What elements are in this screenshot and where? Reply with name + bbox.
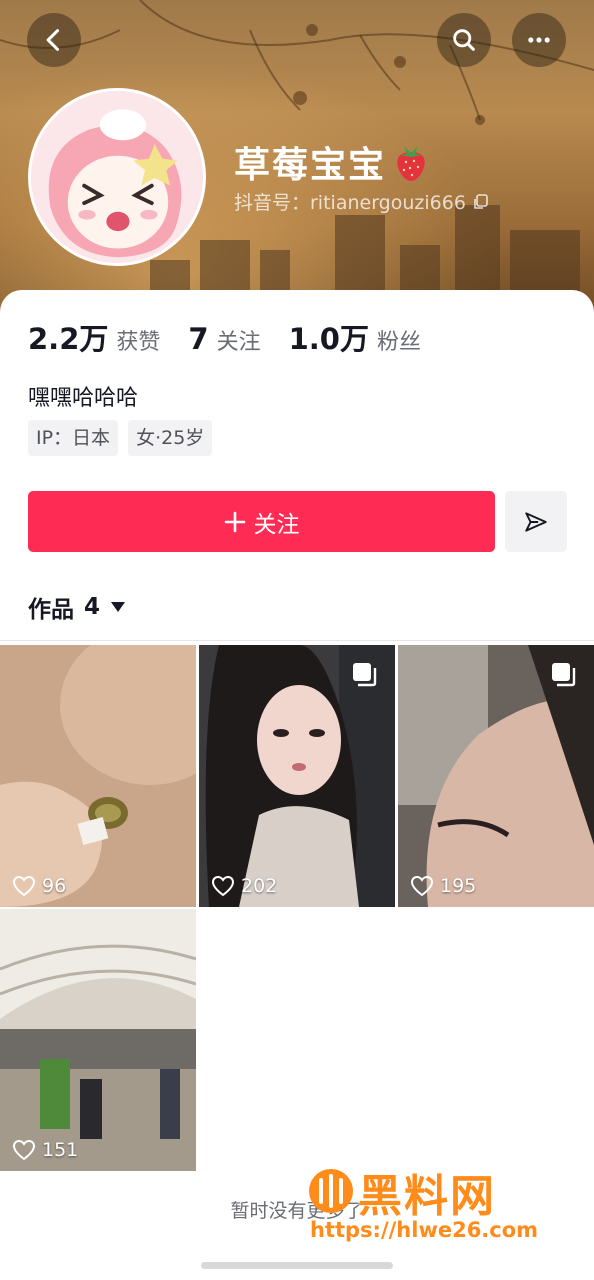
likes-value: 202 xyxy=(241,875,278,897)
likes-value: 96 xyxy=(42,875,67,897)
stats-row: 2.2万 获赞 7 关注 1.0万 粉丝 xyxy=(28,316,449,358)
profile-bio: 嘿嘿哈哈哈 xyxy=(28,386,139,411)
profile-tags: IP：日本 女·25岁 xyxy=(28,420,222,456)
likes-count: 96 xyxy=(12,875,66,897)
divider xyxy=(0,640,594,641)
heart-icon xyxy=(12,875,36,897)
likes-count: 151 xyxy=(12,1139,78,1161)
work-thumbnail-1 xyxy=(0,645,196,907)
avatar[interactable] xyxy=(28,88,206,266)
profile-name-row: 草莓宝宝 xyxy=(234,136,430,188)
work-tile-2[interactable]: 202 xyxy=(199,645,395,907)
tag-gender-age: 女·25岁 xyxy=(128,420,213,456)
stat-followers-label: 粉丝 xyxy=(376,330,421,355)
stat-likes-value: 2.2万 xyxy=(28,322,109,356)
send-icon xyxy=(525,511,547,532)
profile-id-row[interactable]: 抖音号：ritianergouzi666 xyxy=(234,188,490,215)
strawberry-icon xyxy=(397,146,425,181)
works-label: 作品 xyxy=(28,597,74,623)
stat-following-label: 关注 xyxy=(216,330,261,355)
stat-followers-value: 1.0万 xyxy=(288,322,369,356)
profile-id: 抖音号：ritianergouzi666 xyxy=(234,192,466,214)
follow-button-label: 关注 xyxy=(253,511,300,538)
likes-value: 195 xyxy=(440,875,477,897)
watermark-title: 黑料网 xyxy=(358,1171,496,1222)
stat-likes[interactable]: 2.2万 获赞 xyxy=(28,316,160,358)
watermark: 黑料网 https://hlwe26.com xyxy=(306,1160,566,1250)
likes-count: 195 xyxy=(410,875,476,897)
work-tile-4[interactable]: 151 xyxy=(0,909,196,1171)
plus-icon xyxy=(224,511,245,532)
work-tile-1[interactable]: 96 xyxy=(0,645,196,907)
works-count: 4 xyxy=(84,594,101,620)
share-button[interactable] xyxy=(505,491,567,552)
works-tab[interactable]: 作品 4 xyxy=(28,590,126,624)
stat-followers[interactable]: 1.0万 粉丝 xyxy=(289,316,421,358)
stat-following[interactable]: 7 关注 xyxy=(188,322,260,356)
tag-ip: IP：日本 xyxy=(28,420,119,456)
back-icon xyxy=(46,29,60,51)
heart-icon xyxy=(211,875,235,897)
home-indicator[interactable] xyxy=(201,1262,393,1269)
caret-down-icon xyxy=(111,602,126,612)
more-icon xyxy=(528,37,550,43)
stat-likes-label: 获赞 xyxy=(116,330,161,355)
watermark-url: https://hlwe26.com xyxy=(310,1218,539,1242)
heart-icon xyxy=(12,1139,36,1161)
watermark-logo-icon xyxy=(309,1169,353,1213)
likes-value: 151 xyxy=(42,1139,79,1161)
work-tile-3[interactable]: 195 xyxy=(398,645,594,907)
more-button[interactable] xyxy=(512,13,566,67)
avatar-image xyxy=(31,91,203,263)
stat-following-value: 7 xyxy=(188,322,209,356)
likes-count: 202 xyxy=(211,875,277,897)
follow-button[interactable]: 关注 xyxy=(28,491,495,552)
multi-photo-icon xyxy=(353,663,377,687)
back-button[interactable] xyxy=(27,13,81,67)
multi-photo-icon xyxy=(552,663,576,687)
copy-icon[interactable] xyxy=(472,193,490,211)
work-thumbnail-4 xyxy=(0,909,196,1171)
profile-name: 草莓宝宝 xyxy=(234,145,387,186)
search-icon xyxy=(453,29,475,51)
search-button[interactable] xyxy=(437,13,491,67)
heart-icon xyxy=(410,875,434,897)
